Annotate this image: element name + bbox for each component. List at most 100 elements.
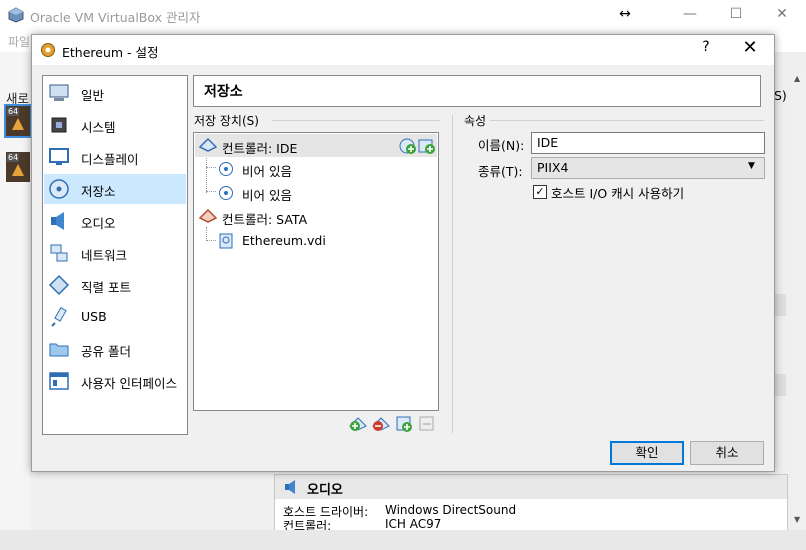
folder-icon	[49, 343, 69, 357]
dialog-title-bar: Ethereum - 설정 ? ✕	[32, 35, 774, 65]
snapshots-button-partial[interactable]: S)	[774, 88, 787, 103]
sidebar-item-network[interactable]: 네트워크	[44, 238, 186, 268]
sidebar-item-audio[interactable]: 오디오	[44, 206, 186, 236]
vm-list-item[interactable]: 64	[4, 104, 32, 138]
remove-controller-icon[interactable]	[372, 415, 390, 433]
controller-name-input[interactable]: IDE	[531, 132, 765, 154]
sidebar-item-shared-folders[interactable]: 공유 폴더	[44, 334, 186, 364]
vm-list-partial: 새로 64 64	[0, 52, 32, 542]
sidebar-item-label: 일반	[81, 88, 105, 103]
storage-disk-icon	[49, 179, 69, 199]
settings-dialog: Ethereum - 설정 ? ✕ 일반 시스템 디스플레이 저장소 오디오 네…	[31, 34, 775, 472]
storage-tree[interactable]: 컨트롤러: IDE 비어 있음 비어 있음 컨트롤러: SATA Ethereu…	[193, 132, 439, 411]
main-horizontal-scrollbar[interactable]	[0, 530, 806, 550]
ui-window-icon	[49, 372, 69, 390]
pane-divider	[452, 115, 453, 433]
virtualbox-logo-icon	[8, 7, 24, 23]
host-io-cache-checkbox[interactable]: ✓	[533, 185, 547, 199]
sidebar-item-user-interface[interactable]: 사용자 인터페이스	[44, 366, 186, 396]
sidebar-item-label: 공유 폴더	[81, 344, 131, 359]
restore-arrow-icon[interactable]: ↔	[603, 0, 647, 28]
settings-sidebar: 일반 시스템 디스플레이 저장소 오디오 네트워크 직렬 포트 USB 공유 폴…	[42, 75, 188, 435]
add-attachment-icon[interactable]	[395, 415, 413, 433]
audio-panel-title: 오디오	[307, 483, 343, 498]
ok-button[interactable]: 확인	[610, 441, 684, 465]
maximize-button[interactable]: ☐	[714, 0, 758, 28]
scroll-down-icon[interactable]: ▼	[794, 515, 800, 524]
vm-arch-badge: 64	[7, 153, 20, 162]
remove-attachment-icon[interactable]	[418, 415, 436, 433]
details-section-header	[774, 374, 786, 396]
add-hard-disk-icon[interactable]	[418, 137, 436, 155]
ide-controller-icon	[199, 137, 217, 152]
main-vertical-scrollbar[interactable]: ▲ ▼	[792, 72, 804, 532]
tree-item-label: 비어 있음	[242, 188, 292, 203]
main-window-title: Oracle VM VirtualBox 관리자	[30, 10, 201, 25]
tree-item-label: 비어 있음	[242, 164, 292, 179]
add-controller-icon[interactable]	[349, 415, 367, 433]
group-divider	[272, 120, 440, 121]
settings-gear-icon	[41, 43, 55, 57]
sidebar-item-label: 직렬 포트	[81, 280, 131, 295]
tree-item-ide-controller[interactable]: 컨트롤러: IDE	[195, 134, 437, 157]
sidebar-item-storage[interactable]: 저장소	[44, 174, 186, 204]
tree-item-hard-disk[interactable]: Ethereum.vdi	[195, 229, 437, 252]
general-icon	[49, 84, 69, 101]
host-io-cache-label: 호스트 I/O 캐시 사용하기	[551, 186, 685, 201]
details-pane-partial: S) ▲ ▼	[774, 52, 806, 542]
section-title-box: 저장소	[193, 75, 761, 107]
network-icon	[50, 244, 68, 262]
serial-port-icon	[48, 274, 70, 296]
add-optical-drive-icon[interactable]	[399, 137, 417, 155]
tree-item-empty-drive[interactable]: 비어 있음	[195, 181, 437, 204]
dialog-close-button[interactable]: ✕	[738, 37, 762, 58]
name-field-label: 이름(N):	[478, 138, 525, 153]
help-button[interactable]: ?	[696, 39, 716, 55]
sidebar-item-label: 시스템	[81, 120, 116, 135]
sidebar-item-display[interactable]: 디스플레이	[44, 142, 186, 172]
storage-devices-label: 저장 장치(S)	[194, 114, 259, 128]
optical-disc-icon	[219, 162, 233, 176]
sata-controller-icon	[199, 208, 217, 223]
main-title-bar: Oracle VM VirtualBox 관리자 ↔ — ☐ ✕	[0, 0, 806, 30]
system-chip-icon	[51, 117, 67, 133]
attributes-label: 속성	[464, 114, 487, 128]
main-close-button[interactable]: ✕	[760, 0, 804, 28]
usb-icon	[51, 307, 67, 327]
cancel-button[interactable]: 취소	[690, 441, 764, 465]
sidebar-item-label: 저장소	[81, 184, 116, 199]
vm-arch-badge: 64	[7, 107, 20, 116]
speaker-icon	[285, 480, 295, 494]
audio-panel-header: 오디오	[275, 475, 787, 499]
details-section-header	[774, 294, 786, 316]
controller-type-select[interactable]: PIIX4 ▼	[531, 157, 765, 179]
sidebar-item-label: 디스플레이	[81, 152, 139, 167]
sidebar-item-label: 네트워크	[81, 248, 128, 263]
tree-item-empty-drive[interactable]: 비어 있음	[195, 157, 437, 180]
type-field-label: 종류(T):	[478, 164, 523, 179]
tree-item-label: 컨트롤러: IDE	[222, 141, 298, 156]
menu-file[interactable]: 파일	[8, 33, 30, 50]
sidebar-item-label: 오디오	[81, 216, 116, 231]
optical-disc-icon	[219, 186, 233, 200]
vm-os-icon	[12, 164, 24, 176]
speaker-icon	[51, 212, 64, 230]
sidebar-item-system[interactable]: 시스템	[44, 110, 186, 140]
sidebar-item-label: 사용자 인터페이스	[81, 376, 177, 391]
minimize-button[interactable]: —	[668, 0, 712, 28]
audio-host-driver-value: Windows DirectSound	[385, 503, 517, 517]
sidebar-item-usb[interactable]: USB	[44, 302, 186, 332]
chevron-down-icon: ▼	[748, 161, 755, 171]
group-divider	[490, 120, 764, 121]
audio-controller-value: ICH AC97	[385, 517, 442, 531]
sidebar-item-serial-port[interactable]: 직렬 포트	[44, 270, 186, 300]
tree-item-label: Ethereum.vdi	[242, 233, 326, 248]
sidebar-item-general[interactable]: 일반	[44, 78, 186, 108]
vm-list-item[interactable]: 64	[6, 152, 30, 182]
hard-disk-icon	[219, 233, 233, 249]
display-monitor-icon	[49, 148, 69, 165]
page-title: 저장소	[204, 84, 243, 100]
scroll-up-icon[interactable]: ▲	[794, 74, 800, 83]
tree-item-sata-controller[interactable]: 컨트롤러: SATA	[195, 205, 437, 228]
sidebar-item-label: USB	[81, 309, 107, 324]
